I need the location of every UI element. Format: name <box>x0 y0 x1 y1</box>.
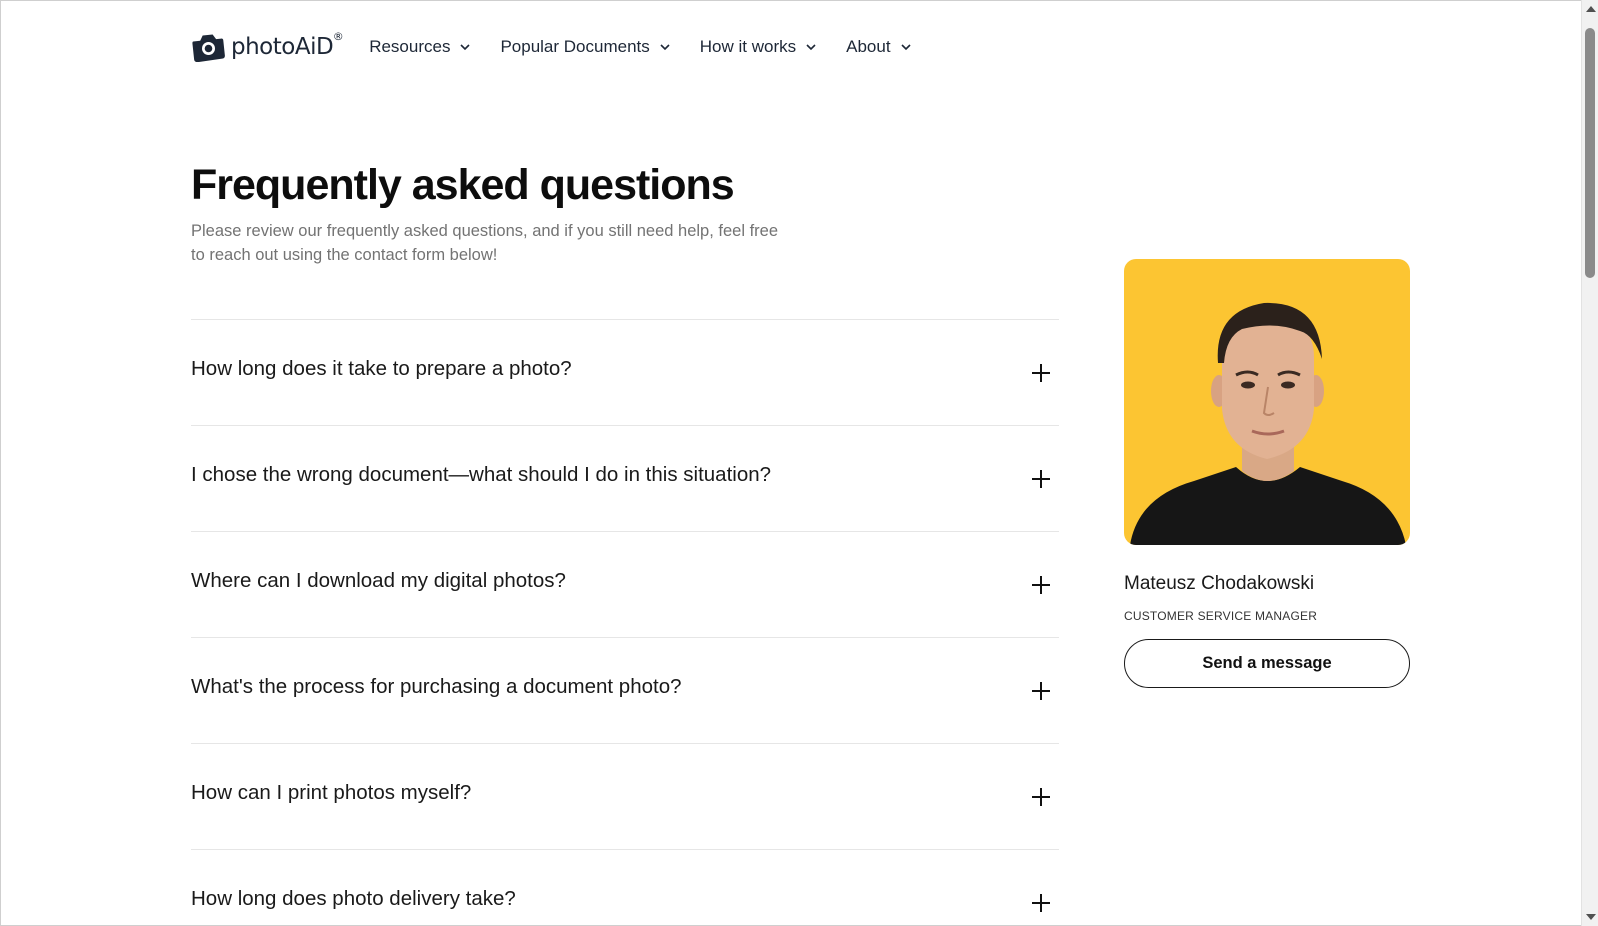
contact-role: CUSTOMER SERVICE MANAGER <box>1124 609 1318 623</box>
faq-question: How long does photo delivery take? <box>191 886 516 910</box>
chevron-down-icon <box>660 44 670 51</box>
plus-icon[interactable] <box>1031 893 1051 913</box>
faq-question: What's the process for purchasing a docu… <box>191 674 682 698</box>
page-title: Frequently asked questions <box>191 161 735 209</box>
logo-text: photoAiD <box>231 34 334 60</box>
faq-item[interactable]: What's the process for purchasing a docu… <box>191 637 1059 743</box>
faq-question: I chose the wrong document—what should I… <box>191 462 772 486</box>
person-portrait-icon <box>1130 302 1406 545</box>
chevron-down-icon <box>900 44 911 51</box>
logo-wordmark: photoAiD ® <box>231 30 344 60</box>
send-message-button[interactable]: Send a message <box>1124 639 1410 688</box>
page-viewport: photoAiD ® Resources Popular Documents Ho… <box>0 0 1581 926</box>
vertical-scrollbar[interactable] <box>1581 0 1598 926</box>
nav-about-label: About <box>846 37 891 56</box>
faq-list: How long does it take to prepare a photo… <box>191 319 1059 925</box>
faq-item[interactable]: Where can I download my digital photos? <box>191 531 1059 637</box>
camera-logo-icon <box>191 32 225 63</box>
contact-name: Mateusz Chodakowski <box>1124 573 1315 594</box>
plus-icon[interactable] <box>1031 681 1051 701</box>
nav-resources[interactable]: Resources <box>369 37 472 57</box>
page-subtitle: Please review our frequently asked quest… <box>191 222 779 264</box>
scroll-up-arrow-icon[interactable] <box>1586 6 1596 12</box>
scroll-down-arrow-icon[interactable] <box>1586 914 1596 920</box>
nav-how-it-works-label: How it works <box>699 37 797 56</box>
main-nav: Resources Popular Documents How it works… <box>369 37 940 57</box>
nav-popular-documents-label: Popular Documents <box>500 37 650 56</box>
site-header: photoAiD ® Resources Popular Documents Ho… <box>191 29 941 65</box>
faq-question: How long does it take to prepare a photo… <box>191 356 572 380</box>
chevron-down-icon <box>806 44 816 51</box>
contact-card: Mateusz Chodakowski CUSTOMER SERVICE MAN… <box>1124 259 1410 688</box>
nav-how-it-works[interactable]: How it works <box>700 37 818 57</box>
nav-popular-documents[interactable]: Popular Documents <box>500 37 671 57</box>
faq-item[interactable]: How long does it take to prepare a photo… <box>191 319 1059 425</box>
faq-item[interactable]: How long does photo delivery take? <box>191 849 1059 925</box>
faq-question: How can I print photos myself? <box>191 780 472 804</box>
chevron-down-icon <box>460 44 471 51</box>
nav-resources-label: Resources <box>369 37 451 56</box>
faq-item[interactable]: I chose the wrong document—what should I… <box>191 425 1059 531</box>
faq-item[interactable]: How can I print photos myself? <box>191 743 1059 849</box>
plus-icon[interactable] <box>1031 469 1051 489</box>
logo[interactable]: photoAiD ® <box>191 30 344 63</box>
plus-icon[interactable] <box>1031 363 1051 383</box>
nav-about[interactable]: About <box>846 37 912 57</box>
registered-mark: ® <box>332 30 344 43</box>
faq-question: Where can I download my digital photos? <box>191 568 566 592</box>
plus-icon[interactable] <box>1031 787 1051 807</box>
customer-service-photo <box>1124 259 1410 545</box>
scrollbar-thumb[interactable] <box>1585 28 1595 278</box>
plus-icon[interactable] <box>1031 575 1051 595</box>
